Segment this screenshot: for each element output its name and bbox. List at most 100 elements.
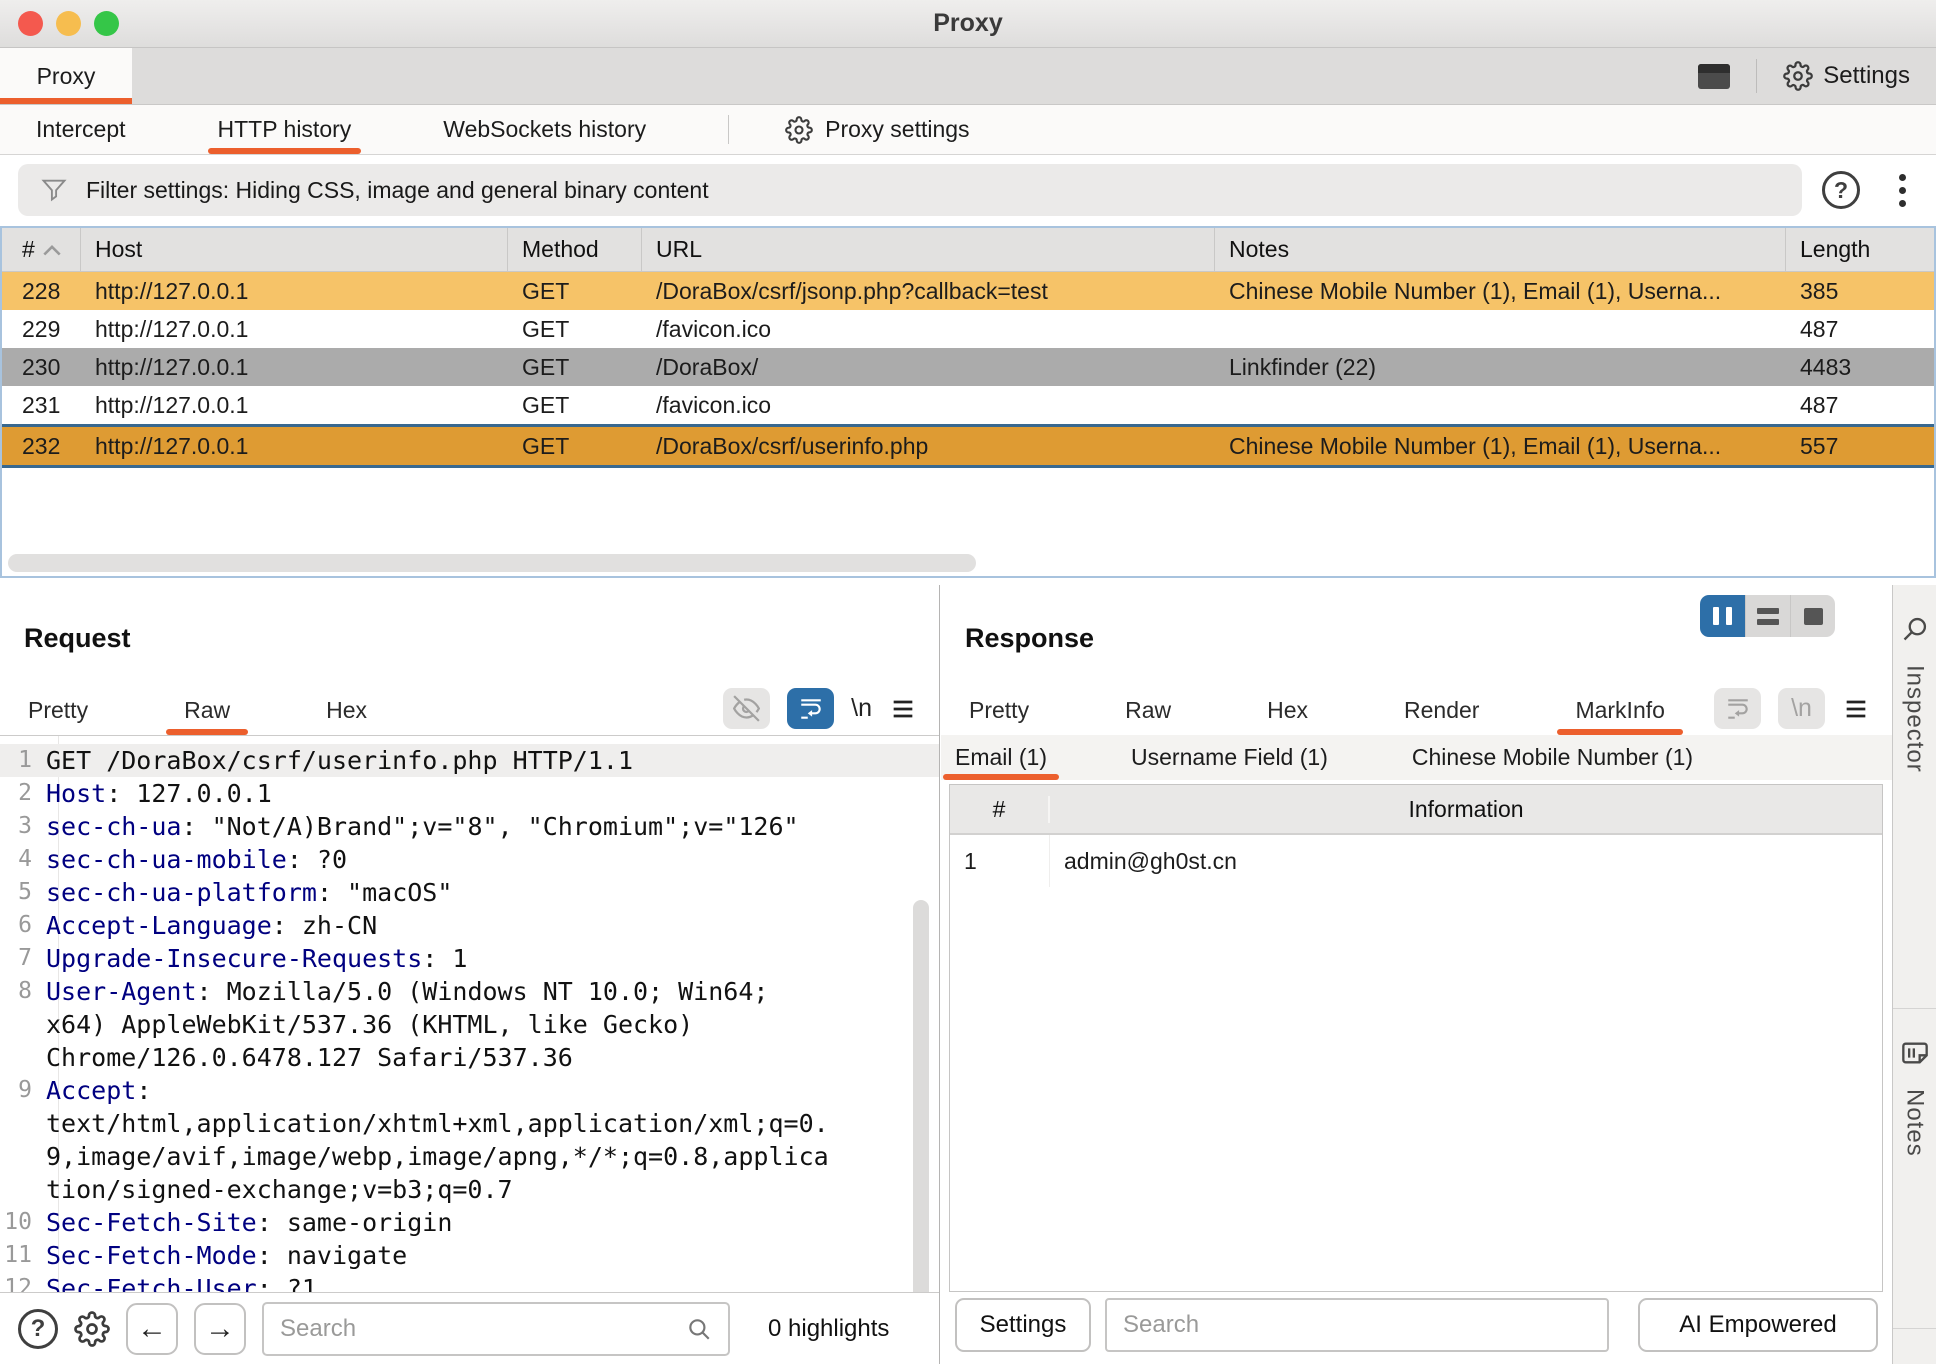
markinfo-row[interactable]: 1 admin@gh0st.cn [950,835,1882,887]
table-row[interactable]: 228 http://127.0.0.1 GET /DoraBox/csrf/j… [2,272,1934,310]
tab-proxy-label: Proxy [37,63,96,90]
subtab-email[interactable]: Email (1) [943,735,1059,780]
tab-request-hex[interactable]: Hex [308,685,385,735]
newline-toggle-response[interactable]: \n [1778,688,1825,729]
column-header-method[interactable]: Method [508,228,642,271]
split-rows-button[interactable] [1745,595,1790,637]
ai-empowered-button[interactable]: AI Empowered [1638,1298,1878,1352]
sidebar-tab-notes[interactable]: Notes [1893,1009,1936,1329]
row-length: 487 [1786,392,1934,419]
single-pane-button[interactable] [1790,595,1835,637]
code-line: 2Host: 127.0.0.1 [0,777,939,810]
inspector-label: Inspector [1901,665,1929,773]
tab-response-markinfo[interactable]: MarkInfo [1557,685,1682,735]
layout-panels-icon[interactable] [1698,64,1730,89]
tab-websockets-history[interactable]: WebSockets history [433,105,656,154]
code-text: sec-ch-ua-mobile: ?0 [46,843,347,876]
tab-http-history-label: HTTP history [218,116,352,143]
request-vertical-scrollbar[interactable] [913,900,929,1293]
help-button[interactable]: ? [18,1309,58,1349]
hide-nonprintable-button[interactable] [723,688,770,729]
markinfo-column-information[interactable]: Information [1050,796,1882,823]
request-search-input[interactable] [280,1315,686,1343]
gear-icon [1783,61,1813,91]
tab-request-raw[interactable]: Raw [166,685,248,735]
subtab-chinese-mobile-number[interactable]: Chinese Mobile Number (1) [1400,735,1705,780]
pause-button[interactable] [1700,595,1745,637]
markinfo-table: # Information 1 admin@gh0st.cn [949,784,1883,1292]
table-row[interactable]: 229 http://127.0.0.1 GET /favicon.ico 48… [2,310,1934,348]
code-line: 3sec-ch-ua: "Not/A)Brand";v="8", "Chromi… [0,810,939,843]
next-match-button[interactable]: → [194,1303,246,1355]
tab-http-history[interactable]: HTTP history [208,105,362,154]
request-editor-toggles: \n [723,688,917,729]
row-url: /favicon.ico [642,316,1215,343]
markinfo-row-information: admin@gh0st.cn [1050,848,1882,875]
response-search-input[interactable] [1123,1311,1591,1339]
line-number [0,1041,46,1074]
request-panel: Request Pretty Raw Hex \n 1GET /DoraBox/… [0,585,940,1364]
subtab-username-field[interactable]: Username Field (1) [1119,735,1340,780]
magnifier-icon [686,1316,712,1342]
column-header-length[interactable]: Length [1786,228,1934,271]
row-number: 230 [2,354,81,381]
horizontal-scrollbar[interactable] [8,554,976,572]
tab-response-pretty[interactable]: Pretty [951,685,1047,735]
code-text: Sec-Fetch-User: ?1 [46,1272,317,1293]
close-window-button[interactable] [18,11,43,36]
search-settings-gear-icon[interactable] [74,1311,110,1347]
help-icon[interactable]: ? [1822,171,1860,209]
tab-response-hex[interactable]: Hex [1249,685,1326,735]
column-header-host[interactable]: Host [81,228,508,271]
more-menu-icon[interactable] [1897,172,1908,209]
proxy-sub-tab-bar: Intercept HTTP history WebSockets histor… [0,105,1936,155]
editor-menu-icon[interactable] [889,695,917,723]
tab-intercept[interactable]: Intercept [26,105,136,154]
minimize-window-button[interactable] [56,11,81,36]
column-header-url[interactable]: URL [642,228,1215,271]
code-line: 9Accept: [0,1074,939,1107]
proxy-settings-button[interactable]: Proxy settings [785,105,969,154]
row-host: http://127.0.0.1 [81,433,508,460]
tab-proxy[interactable]: Proxy [0,48,132,104]
column-header-number[interactable]: # [2,228,81,271]
table-row[interactable]: 232 http://127.0.0.1 GET /DoraBox/csrf/u… [2,424,1934,468]
line-number: 11 [0,1239,46,1272]
code-text: Accept-Language: zh-CN [46,909,377,942]
markinfo-settings-button[interactable]: Settings [955,1298,1091,1352]
row-length: 557 [1786,433,1934,460]
line-number [0,1173,46,1206]
pause-icon [1713,607,1732,625]
code-line: 1GET /DoraBox/csrf/userinfo.php HTTP/1.1 [0,744,939,777]
settings-button[interactable]: Settings [1783,61,1910,91]
sidebar-tab-inspector[interactable]: Inspector [1893,585,1936,1009]
inspector-icon [1901,615,1929,643]
request-editor[interactable]: 1GET /DoraBox/csrf/userinfo.php HTTP/1.1… [0,735,939,1293]
response-panel-title: Response [965,623,1094,654]
editor-menu-icon-response[interactable] [1842,695,1870,723]
line-number: 5 [0,876,46,909]
previous-match-button[interactable]: ← [126,1303,178,1355]
word-wrap-button[interactable] [787,688,834,729]
row-host: http://127.0.0.1 [81,278,508,305]
column-header-notes[interactable]: Notes [1215,228,1786,271]
row-method: GET [508,316,642,343]
line-number: 4 [0,843,46,876]
tab-response-render[interactable]: Render [1386,685,1497,735]
markinfo-column-number[interactable]: # [950,796,1050,823]
newline-toggle[interactable]: \n [851,694,872,723]
code-line: 4sec-ch-ua-mobile: ?0 [0,843,939,876]
filter-settings-bar[interactable]: Filter settings: Hiding CSS, image and g… [18,164,1802,216]
table-row[interactable]: 231 http://127.0.0.1 GET /favicon.ico 48… [2,386,1934,424]
right-sidebar: Inspector Notes [1892,585,1936,1364]
notes-label: Notes [1901,1089,1929,1157]
tab-request-pretty[interactable]: Pretty [10,685,106,735]
tab-response-raw[interactable]: Raw [1107,685,1189,735]
table-row[interactable]: 230 http://127.0.0.1 GET /DoraBox/ Linkf… [2,348,1934,386]
window-title: Proxy [933,9,1002,38]
main-tab-bar-right: Settings [1698,48,1936,104]
word-wrap-button-response[interactable] [1714,688,1761,729]
gear-icon [785,116,813,144]
zoom-window-button[interactable] [94,11,119,36]
code-text: sec-ch-ua-platform: "macOS" [46,876,452,909]
